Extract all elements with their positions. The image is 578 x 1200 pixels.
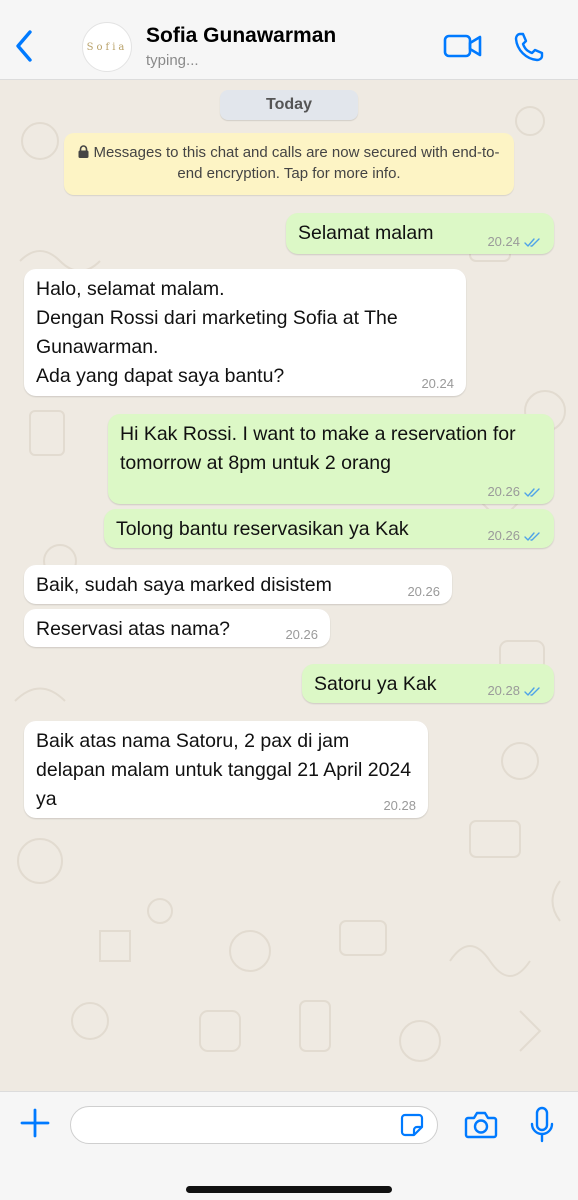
message-bubble-incoming[interactable]: Baik atas nama Satoru, 2 pax di jam dela… [24, 721, 428, 818]
double-check-icon [524, 686, 540, 696]
double-check-icon [524, 531, 540, 541]
avatar[interactable]: Sofia [82, 22, 132, 72]
double-check-icon [524, 237, 540, 247]
lock-icon [78, 145, 89, 158]
message-text: Reservasi atas nama? [36, 618, 231, 640]
chat-header: Sofia Sofia Gunawarman typing... [0, 0, 578, 80]
phone-icon[interactable] [512, 30, 546, 64]
message-bubble-incoming[interactable]: Baik, sudah saya marked disistem 20.26 [24, 565, 452, 604]
encryption-notice-text: Messages to this chat and calls are now … [93, 144, 500, 182]
message-meta: 20.28 [487, 684, 542, 698]
chat-area[interactable]: Today Messages to this chat and calls ar… [0, 81, 578, 1091]
video-camera-icon[interactable] [442, 30, 484, 62]
message-meta: 20.24 [487, 235, 542, 249]
avatar-logo-text: Sofia [86, 41, 128, 53]
message-meta: 20.26 [285, 628, 318, 642]
message-text: Tolong bantu reservasikan ya Kak [116, 518, 409, 540]
message-bubble-incoming[interactable]: Halo, selamat malam. Dengan Rossi dari m… [24, 269, 466, 396]
message-time: 20.24 [487, 234, 520, 249]
message-meta: 20.26 [487, 485, 542, 499]
date-divider: Today [220, 90, 358, 120]
home-indicator [186, 1186, 392, 1193]
message-text: Hi Kak Rossi. I want to make a reservati… [120, 423, 516, 474]
sticker-icon[interactable] [400, 1113, 424, 1137]
camera-icon[interactable] [464, 1110, 498, 1140]
message-text: Baik, sudah saya marked disistem [36, 574, 332, 596]
contact-name[interactable]: Sofia Gunawarman [146, 24, 336, 48]
message-bubble-outgoing[interactable]: Hi Kak Rossi. I want to make a reservati… [108, 414, 554, 504]
message-time: 20.26 [487, 528, 520, 543]
message-input-bar [0, 1091, 578, 1200]
plus-icon[interactable] [18, 1106, 52, 1140]
message-time: 20.28 [383, 798, 416, 813]
message-bubble-outgoing[interactable]: Selamat malam 20.24 [286, 213, 554, 254]
message-text: Baik atas nama Satoru, 2 pax di jam dela… [36, 730, 412, 810]
message-time: 20.26 [407, 584, 440, 599]
message-text: Satoru ya Kak [314, 673, 437, 695]
chevron-left-icon[interactable] [10, 26, 40, 66]
message-time: 20.24 [421, 376, 454, 391]
message-input[interactable] [70, 1106, 438, 1144]
message-time: 20.26 [285, 627, 318, 642]
message-text: Selamat malam [298, 222, 434, 244]
microphone-icon[interactable] [530, 1106, 554, 1144]
message-meta: 20.26 [487, 529, 542, 543]
encryption-notice[interactable]: Messages to this chat and calls are now … [64, 133, 514, 195]
message-meta: 20.24 [421, 377, 454, 391]
message-time: 20.28 [487, 683, 520, 698]
message-bubble-incoming[interactable]: Reservasi atas nama? 20.26 [24, 609, 330, 647]
message-bubble-outgoing[interactable]: Tolong bantu reservasikan ya Kak 20.26 [104, 509, 554, 548]
contact-status: typing... [146, 52, 199, 69]
message-text: Halo, selamat malam. Dengan Rossi dari m… [36, 278, 398, 387]
double-check-icon [524, 487, 540, 497]
message-bubble-outgoing[interactable]: Satoru ya Kak 20.28 [302, 664, 554, 703]
message-time: 20.26 [487, 484, 520, 499]
message-meta: 20.26 [407, 585, 440, 599]
message-meta: 20.28 [383, 799, 416, 813]
